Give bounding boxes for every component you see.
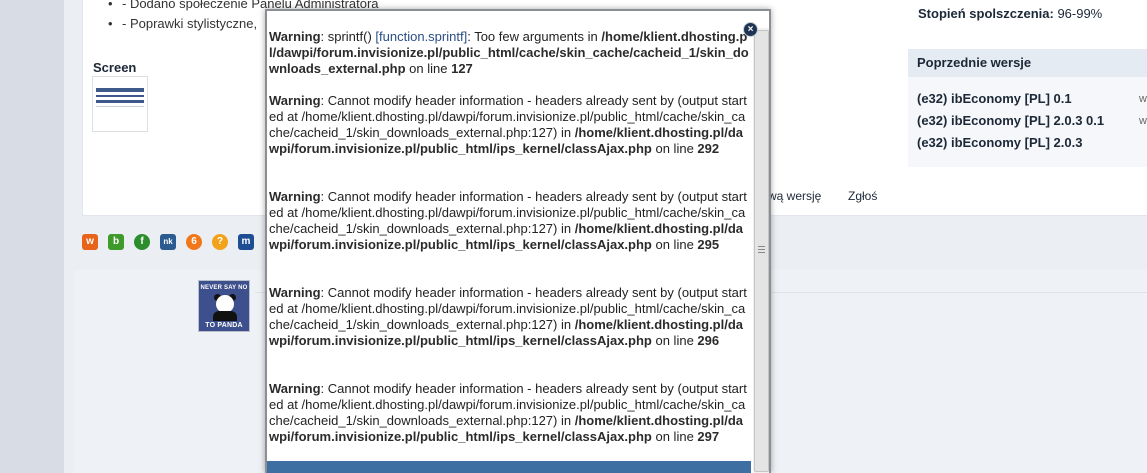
rating-value: 96-99% (1057, 6, 1103, 21)
close-icon[interactable]: × (743, 22, 758, 37)
previous-version-link[interactable]: (e32) ibEconomy [PL] 0.1 (917, 91, 1072, 106)
submit-new-version-link[interactable]: wą wersję (768, 189, 821, 203)
wykop-icon[interactable]: w (82, 234, 98, 250)
php-warning: Warning: sprintf() [function.sprintf]: T… (269, 29, 749, 76)
php-warning: Warning: Cannot modify header informatio… (269, 285, 747, 348)
previous-version-meta: w (1139, 93, 1147, 105)
previous-version-meta: w (1139, 115, 1147, 127)
flaker-icon[interactable]: f (134, 234, 150, 250)
myspace-icon[interactable]: m (238, 234, 254, 250)
translation-rating-card: Stopień spolszczenia: 96-99% (908, 0, 1147, 38)
php-warning: Warning: Cannot modify header informatio… (269, 381, 747, 444)
user-avatar[interactable]: NEVER SAY NO TO PANDA (198, 280, 250, 332)
previous-versions-heading: Poprzednie wersje (908, 49, 1147, 77)
popup-header-bar (267, 461, 751, 473)
scrollbar-thumb[interactable] (754, 30, 769, 472)
screenshots-heading: Screen (93, 60, 137, 75)
function-doc-link[interactable]: [function.sprintf] (375, 29, 467, 44)
php-warning: Warning: Cannot modify header informatio… (269, 93, 747, 156)
popup-content: Warning: sprintf() [function.sprintf]: T… (267, 11, 753, 473)
blip-icon[interactable]: b (108, 234, 124, 250)
avatar-caption: TO PANDA (205, 322, 243, 329)
previous-version-link[interactable]: (e32) ibEconomy [PL] 2.0.3 0.1 (917, 113, 1104, 128)
report-link[interactable]: Zgłoś (848, 189, 877, 203)
left-gutter (0, 0, 64, 473)
php-warning: Warning: Cannot modify header informatio… (269, 189, 747, 252)
popup-scrollbar[interactable] (753, 28, 769, 473)
ajax-popup-dialog: Warning: sprintf() [function.sprintf]: T… (265, 9, 771, 473)
previous-version-link[interactable]: (e32) ibEconomy [PL] 2.0.3 (917, 135, 1082, 150)
gg-icon[interactable]: 6 (186, 234, 202, 250)
sledzik-icon[interactable]: ? (212, 234, 228, 250)
rating-label: Stopień spolszczenia: (918, 6, 1054, 21)
avatar-caption: NEVER SAY NO (200, 285, 248, 291)
screenshot-thumbnail[interactable] (92, 76, 148, 132)
nk-icon[interactable]: nk (160, 234, 176, 250)
